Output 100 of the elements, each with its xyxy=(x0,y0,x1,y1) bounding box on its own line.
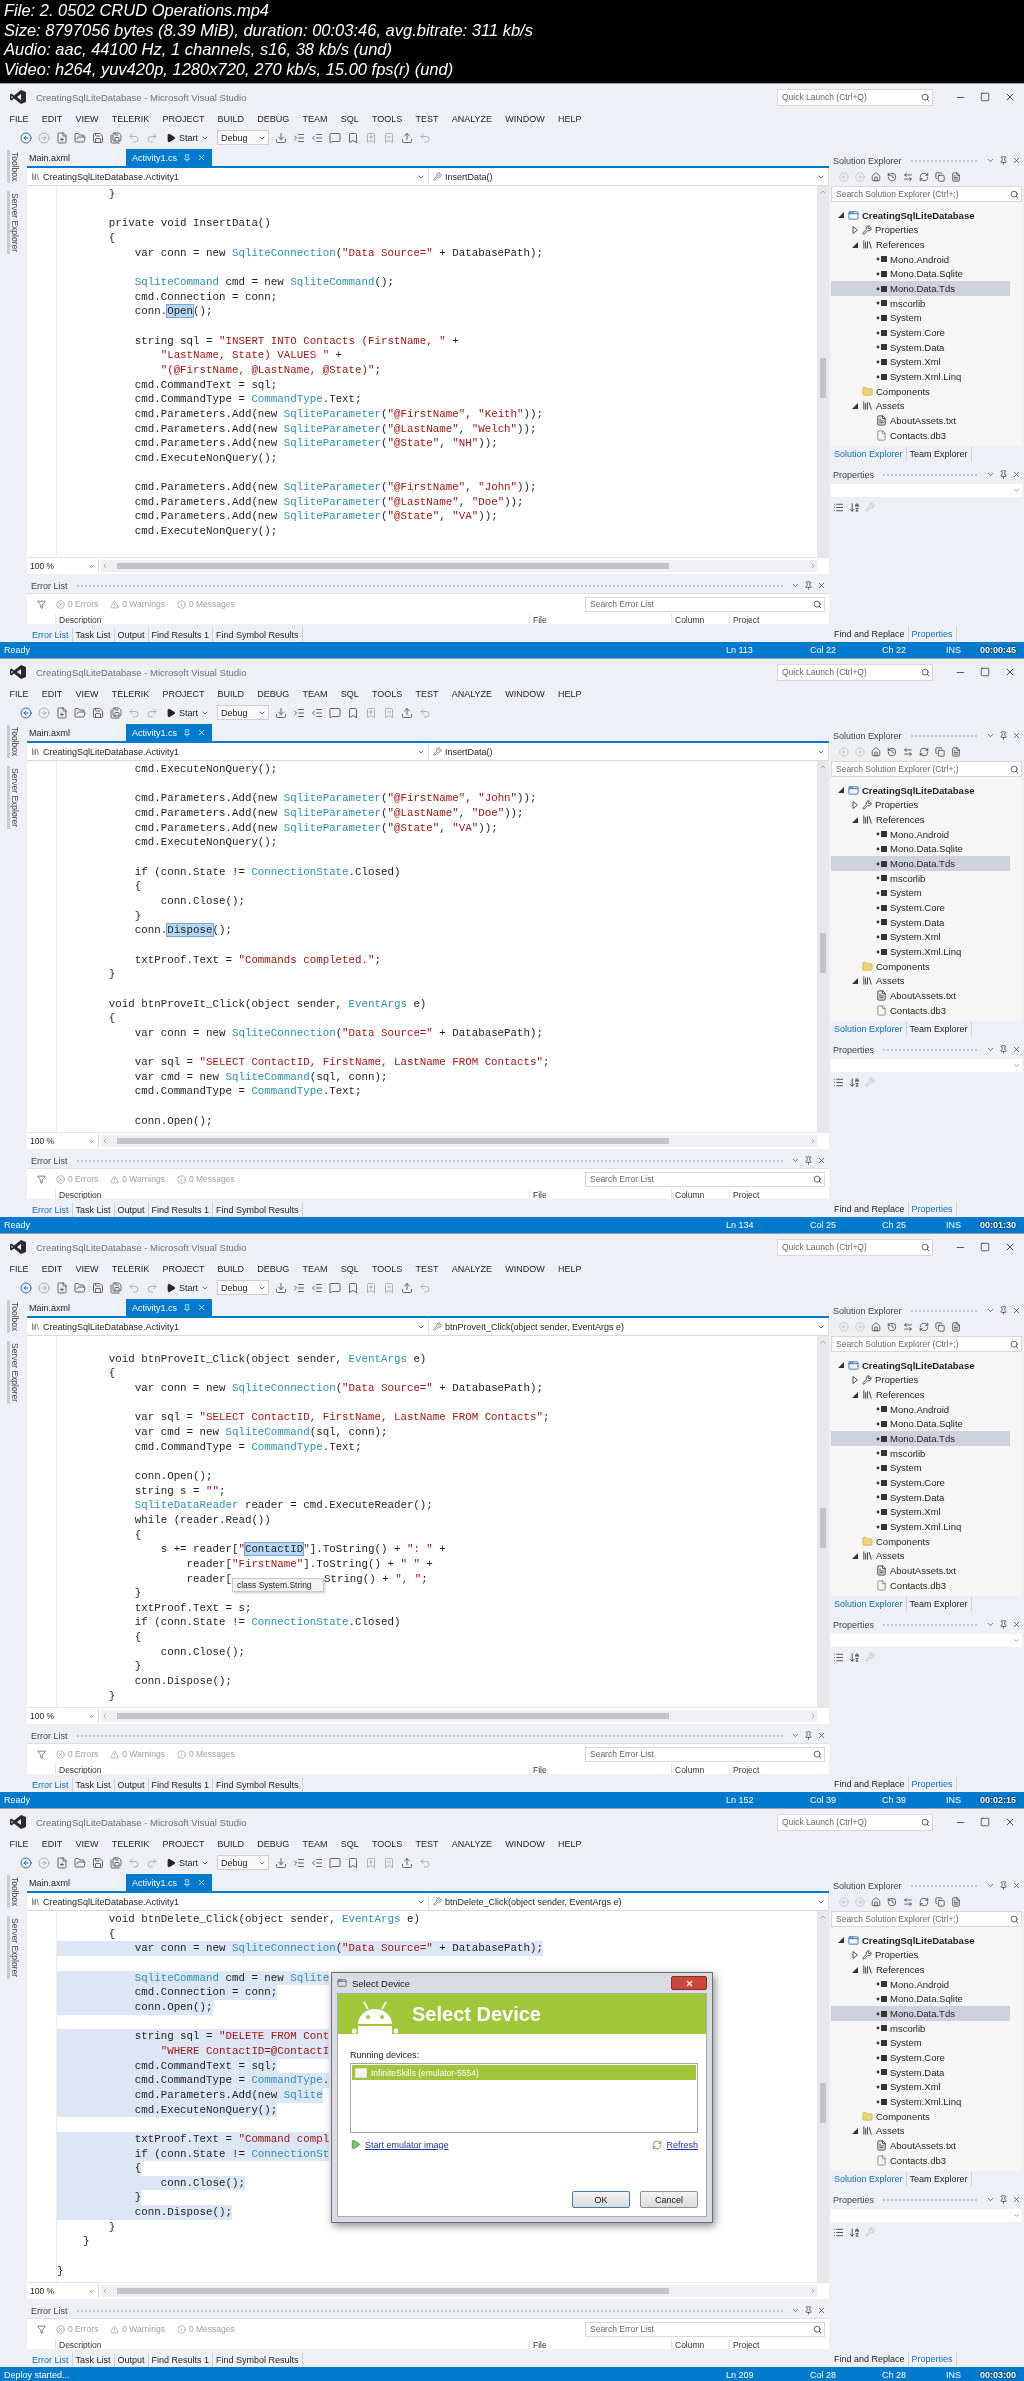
new-file-icon[interactable] xyxy=(56,706,68,719)
tree-row[interactable]: AboutAssets.txt xyxy=(831,413,1010,428)
close-icon[interactable] xyxy=(817,2306,826,2315)
quick-launch-field[interactable]: Quick Launch (Ctrl+Q) xyxy=(777,88,933,106)
start-button[interactable]: Start xyxy=(164,129,211,146)
menu-item[interactable]: TEAM xyxy=(295,1838,335,1849)
expanded-arrow-icon[interactable] xyxy=(837,1361,845,1370)
close-icon[interactable] xyxy=(1004,1816,1016,1828)
close-icon[interactable] xyxy=(1012,156,1021,165)
tree-row[interactable]: Contacts.db3 xyxy=(831,2152,1010,2168)
download-icon[interactable] xyxy=(275,1281,287,1294)
menu-item[interactable]: SQL xyxy=(334,1838,366,1849)
maximize-icon[interactable] xyxy=(980,1817,990,1827)
folder-icon[interactable] xyxy=(74,1856,86,1869)
history-icon[interactable] xyxy=(887,1897,897,1907)
sync-icon[interactable] xyxy=(903,172,913,182)
sort-icon[interactable] xyxy=(849,1651,860,1663)
save-all-icon[interactable] xyxy=(110,131,122,144)
categorized-icon[interactable] xyxy=(833,2226,844,2238)
comment-icon[interactable] xyxy=(329,131,341,144)
collapse-icon[interactable] xyxy=(935,747,945,757)
close-icon[interactable] xyxy=(1012,1306,1021,1315)
tree-row[interactable]: System.Core xyxy=(831,1475,1010,1490)
tree-row[interactable]: Properties xyxy=(831,222,1010,238)
filter-icon[interactable] xyxy=(37,1749,46,1759)
pin-icon[interactable] xyxy=(999,2195,1008,2204)
menu-item[interactable]: TEST xyxy=(408,1838,446,1849)
history-icon[interactable] xyxy=(887,1322,897,1332)
document-tab[interactable]: Activity1.cs xyxy=(126,724,213,741)
menu-item[interactable]: HELP xyxy=(551,113,588,124)
tree-row[interactable]: System.Data xyxy=(831,339,1010,355)
tree-row[interactable]: References xyxy=(831,1962,1010,1977)
refresh-icon[interactable] xyxy=(919,172,929,182)
menu-item[interactable]: VIEW xyxy=(68,688,106,699)
properties-icon[interactable] xyxy=(951,172,961,182)
zoom-dropdown[interactable]: 100 % xyxy=(27,1134,99,1148)
maximize-icon[interactable] xyxy=(980,667,990,677)
home-icon[interactable] xyxy=(871,1897,881,1907)
side-tab[interactable]: Toolbox xyxy=(7,150,20,184)
menu-item[interactable]: VIEW xyxy=(68,113,106,124)
menu-item[interactable]: WINDOW xyxy=(498,1263,552,1274)
dropdown-icon[interactable] xyxy=(986,470,995,479)
tree-row[interactable]: Mono.Android xyxy=(831,826,1010,842)
menu-item[interactable]: TOOLS xyxy=(365,1263,409,1274)
menu-item[interactable]: EDIT xyxy=(35,113,69,124)
tree-row[interactable]: CreatingSqlLiteDatabase xyxy=(831,208,1010,223)
filter-icon[interactable] xyxy=(37,2324,46,2334)
new-file-icon[interactable] xyxy=(56,131,68,144)
configuration-dropdown[interactable]: Debug xyxy=(217,705,269,720)
menu-item[interactable]: BUILD xyxy=(211,1263,251,1274)
menu-item[interactable]: WINDOW xyxy=(498,113,552,124)
menu-item[interactable]: HELP xyxy=(551,688,588,699)
tree-row[interactable]: AboutAssets.txt xyxy=(831,1563,1010,1578)
pin-icon[interactable] xyxy=(999,470,1008,479)
close-icon[interactable] xyxy=(817,1156,826,1165)
zoom-dropdown[interactable]: 100 % xyxy=(27,559,99,573)
indent-icon[interactable] xyxy=(293,1281,305,1294)
outdent-icon[interactable] xyxy=(311,706,323,719)
close-icon[interactable] xyxy=(1004,666,1016,678)
refresh-icon[interactable] xyxy=(919,1322,929,1332)
tree-row[interactable]: Components xyxy=(831,383,1010,399)
folder-icon[interactable] xyxy=(74,706,86,719)
tree-row[interactable]: Contacts.db3 xyxy=(831,1577,1010,1593)
collapsed-arrow-icon[interactable] xyxy=(851,801,859,809)
tree-row[interactable]: System.Xml xyxy=(831,2079,1010,2095)
tree-row[interactable]: CreatingSqlLiteDatabase xyxy=(831,783,1010,798)
panel-tab[interactable]: Team Explorer xyxy=(906,1021,972,1036)
tree-row[interactable]: Contacts.db3 xyxy=(831,427,1010,443)
start-button[interactable]: Start xyxy=(164,704,211,721)
indent-icon[interactable] xyxy=(293,706,305,719)
sync-icon[interactable] xyxy=(903,1322,913,1332)
tree-row[interactable]: Mono.Android xyxy=(831,251,1010,267)
expanded-arrow-icon[interactable] xyxy=(837,1936,845,1945)
search-error-list-field[interactable]: Search Error List xyxy=(585,596,825,612)
close-icon[interactable] xyxy=(1004,91,1016,103)
upload-icon[interactable] xyxy=(401,706,413,719)
back-icon[interactable] xyxy=(20,706,32,719)
tree-row[interactable]: References xyxy=(831,812,1010,827)
start-button[interactable]: Start xyxy=(164,1279,211,1296)
pin-icon[interactable] xyxy=(999,1306,1008,1315)
save-icon[interactable] xyxy=(92,706,104,719)
menu-item[interactable]: FILE xyxy=(3,1838,36,1849)
sync-icon[interactable] xyxy=(903,747,913,757)
configuration-dropdown[interactable]: Debug xyxy=(217,1280,269,1295)
comment-icon[interactable] xyxy=(329,706,341,719)
tree-row[interactable]: Properties xyxy=(831,797,1010,813)
menu-item[interactable]: DEBUG xyxy=(250,1838,296,1849)
tree-row[interactable]: mscorlib xyxy=(831,295,1010,311)
tree-row[interactable]: System.Xml.Linq xyxy=(831,2094,1010,2109)
history-icon[interactable] xyxy=(887,172,897,182)
close-icon[interactable] xyxy=(817,581,826,590)
tree-row[interactable]: System xyxy=(831,885,1010,901)
tree-row[interactable]: System.Core xyxy=(831,900,1010,915)
categorized-icon[interactable] xyxy=(833,501,844,513)
pin-icon[interactable] xyxy=(999,1620,1008,1629)
vertical-scrollbar[interactable] xyxy=(817,186,829,557)
tree-row[interactable]: Contacts.db3 xyxy=(831,1002,1010,1018)
zoom-dropdown[interactable]: 100 % xyxy=(27,2284,99,2298)
tree-row[interactable]: Components xyxy=(831,2108,1010,2124)
horizontal-scrollbar[interactable] xyxy=(101,1710,817,1722)
